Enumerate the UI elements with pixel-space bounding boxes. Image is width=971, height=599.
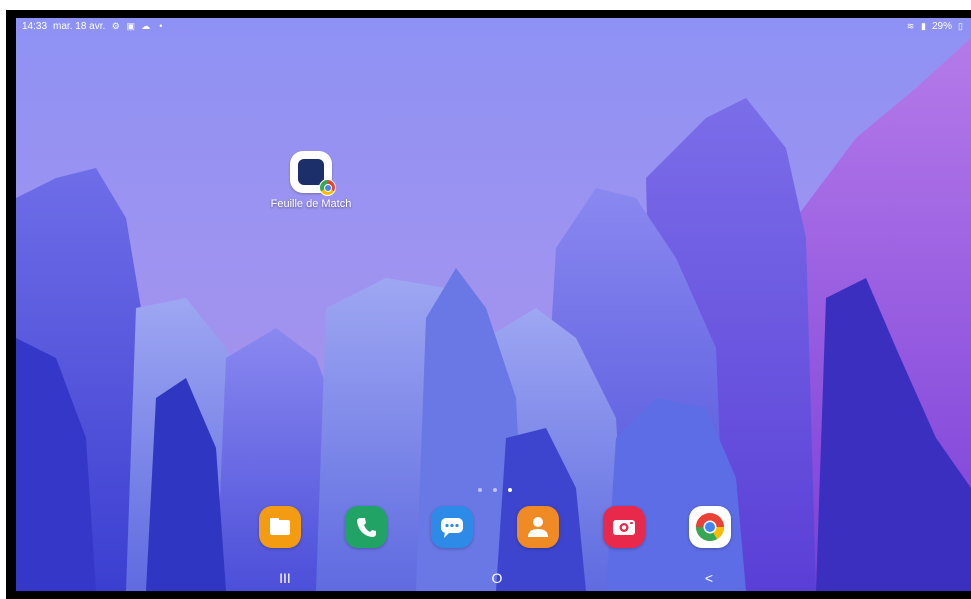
- home-app-feuille-de-match[interactable]: Feuille de Match: [261, 151, 361, 210]
- cloud-icon: ☁: [141, 21, 151, 31]
- dock-app-messages[interactable]: [431, 506, 473, 548]
- home-screen: 14:33 mar. 18 avr. ⚙ ▣ ☁ • ≋ ▮ 29% ▯ Feu…: [16, 18, 971, 591]
- page-indicator: [478, 488, 512, 492]
- status-left: 14:33 mar. 18 avr. ⚙ ▣ ☁ •: [22, 21, 165, 32]
- battery-percentage: 29%: [931, 21, 952, 32]
- dock-app-contacts[interactable]: [517, 506, 559, 548]
- home-app-label: Feuille de Match: [270, 198, 352, 210]
- folder-icon: [270, 518, 290, 535]
- contacts-icon: [528, 517, 548, 537]
- camera-icon: [613, 520, 635, 535]
- recents-button[interactable]: III: [270, 569, 300, 587]
- dock-app-chrome[interactable]: [689, 506, 731, 548]
- settings-icon: ⚙: [111, 21, 120, 31]
- dock: [259, 506, 731, 548]
- gallery-icon: ▣: [126, 21, 136, 31]
- battery-icon: ▯: [958, 21, 963, 31]
- dock-app-my-files[interactable]: [259, 506, 301, 548]
- dock-app-camera[interactable]: [603, 506, 645, 548]
- dock-app-phone[interactable]: [345, 506, 387, 548]
- status-right: ≋ ▮ 29% ▯: [906, 21, 965, 32]
- feuille-de-match-icon[interactable]: [290, 151, 336, 196]
- chrome-icon: [696, 513, 724, 541]
- messages-icon: [441, 518, 463, 538]
- page-dot-active[interactable]: [508, 488, 512, 492]
- status-date: mar. 18 avr.: [53, 21, 106, 32]
- wifi-icon: ≋: [906, 21, 915, 31]
- page-dot[interactable]: [493, 488, 497, 492]
- navigation-bar: III O <: [16, 566, 971, 591]
- status-bar: 14:33 mar. 18 avr. ⚙ ▣ ☁ • ≋ ▮ 29% ▯: [16, 18, 971, 38]
- home-button[interactable]: O: [482, 569, 512, 587]
- phone-icon: [357, 518, 376, 537]
- back-button[interactable]: <: [694, 569, 724, 587]
- status-time: 14:33: [22, 21, 48, 32]
- page-dot[interactable]: [478, 488, 482, 492]
- tablet-frame: 14:33 mar. 18 avr. ⚙ ▣ ☁ • ≋ ▮ 29% ▯ Feu…: [6, 10, 971, 599]
- chrome-badge-icon: [319, 179, 336, 196]
- dot-icon: •: [159, 21, 163, 31]
- signal-icon: ▮: [921, 21, 926, 31]
